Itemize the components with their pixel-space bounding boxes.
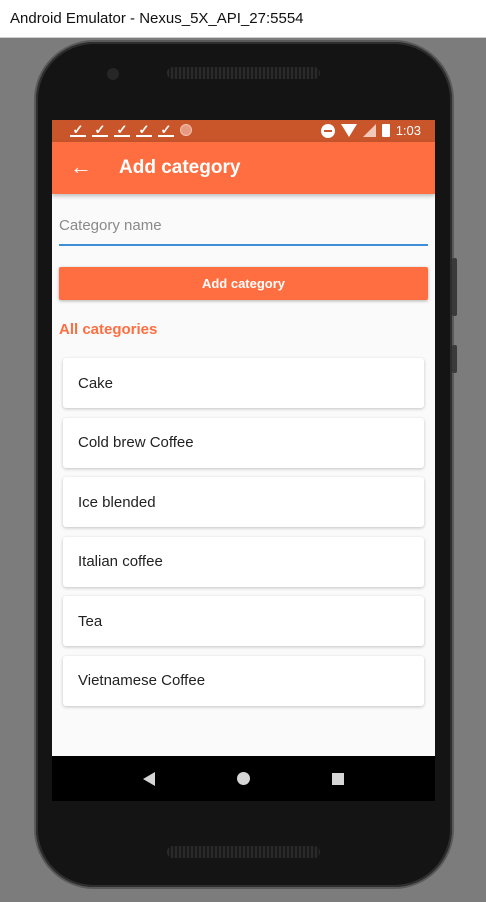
do-not-disturb-icon — [320, 123, 335, 138]
arrow-left-icon[interactable]: ← — [68, 154, 94, 180]
system-icons: 1:03 — [320, 123, 421, 138]
check-download-icon: ✓ — [92, 123, 108, 137]
check-download-icon: ✓ — [158, 123, 174, 137]
check-download-icon: ✓ — [70, 123, 86, 137]
volume-button[interactable] — [452, 258, 457, 316]
notification-icons: ✓ ✓ ✓ ✓ ✓ — [70, 123, 192, 137]
category-name-field — [59, 208, 428, 246]
status-bar: ✓ ✓ ✓ ✓ ✓ 1:03 — [52, 120, 435, 142]
power-button[interactable] — [452, 345, 457, 373]
all-categories-heading: All categories — [59, 321, 158, 338]
recents-square-icon[interactable] — [332, 772, 344, 785]
signal-icon — [362, 124, 376, 137]
list-item[interactable]: Cold brew Coffee — [63, 417, 424, 468]
app-bar: ← Add category — [52, 142, 435, 194]
battery-icon — [381, 124, 390, 137]
check-download-icon: ✓ — [136, 123, 152, 137]
circle-notification-icon — [180, 124, 192, 136]
status-time: 1:03 — [395, 123, 421, 138]
check-download-icon: ✓ — [114, 123, 130, 137]
add-category-button[interactable]: Add category — [59, 267, 428, 300]
list-item[interactable]: Cake — [63, 358, 424, 408]
back-triangle-icon[interactable] — [143, 771, 155, 786]
category-list: Cake Cold brew Coffee Ice blended Italia… — [63, 358, 424, 716]
category-name-input[interactable] — [59, 208, 428, 242]
wifi-icon — [340, 124, 357, 137]
list-item[interactable]: Ice blended — [63, 477, 424, 528]
app-screen: ✓ ✓ ✓ ✓ ✓ 1:03 ← Add category Add catego… — [52, 120, 435, 801]
list-item[interactable]: Italian coffee — [63, 536, 424, 587]
top-speaker-grille — [167, 67, 320, 79]
bottom-speaker-grille — [167, 846, 320, 858]
emulator-window-title: Android Emulator - Nexus_5X_API_27:5554 — [0, 0, 486, 38]
home-circle-icon[interactable] — [237, 772, 250, 785]
front-camera — [107, 68, 119, 80]
list-item[interactable]: Vietnamese Coffee — [63, 655, 424, 706]
page-title: Add category — [119, 157, 241, 178]
list-item[interactable]: Tea — [63, 596, 424, 647]
navigation-bar — [52, 756, 435, 801]
